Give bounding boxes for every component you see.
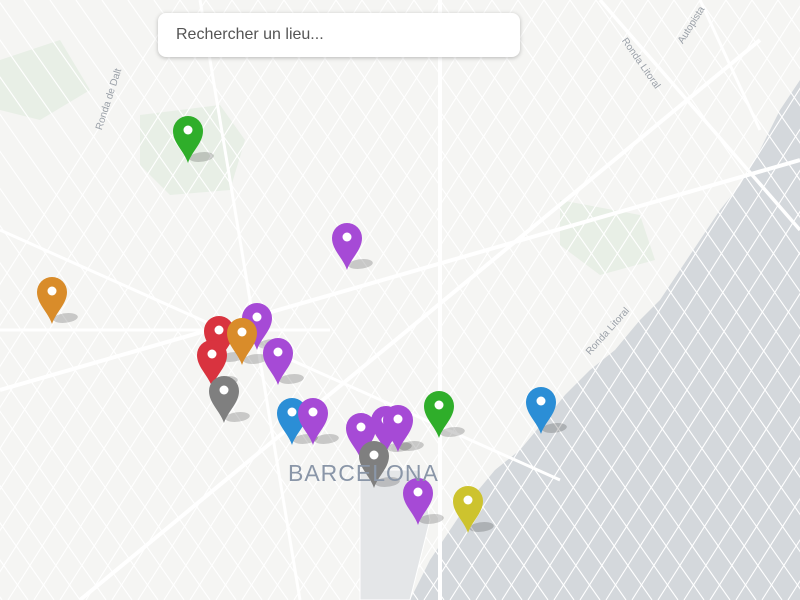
marker-dot [47,286,57,296]
marker-dot [237,327,247,337]
marker-dot [356,422,366,432]
marker-dot [287,407,297,417]
map-canvas[interactable] [0,0,800,600]
marker-dot [214,325,224,335]
marker-dot [207,349,217,359]
marker-dot [393,414,403,424]
marker-dot [463,495,473,505]
marker-dot [434,400,444,410]
marker-dot [183,125,193,135]
marker-dot [342,232,352,242]
search-input[interactable] [174,25,504,45]
marker-dot [536,396,546,406]
marker-dot [219,385,229,395]
search-box[interactable] [158,13,520,57]
marker-dot [252,312,262,322]
marker-dot [273,347,283,357]
city-label: BARCELONA [288,460,439,486]
marker-dot [308,407,318,417]
marker-dot [413,487,423,497]
marker-dot [369,450,379,460]
